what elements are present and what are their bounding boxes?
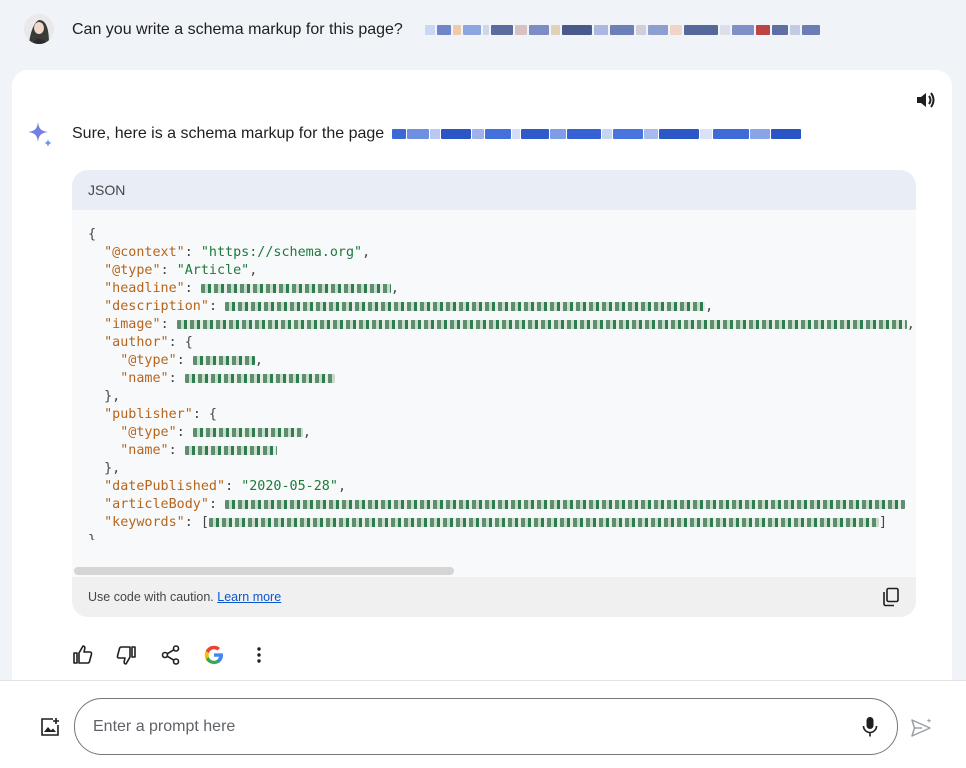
code-block: JSON { "@context": "https://schema.org",… — [72, 170, 916, 617]
microphone-icon[interactable] — [862, 716, 878, 738]
response-intro-text: Sure, here is a schema markup for the pa… — [72, 125, 385, 142]
redacted-url — [425, 23, 895, 37]
send-icon[interactable] — [910, 717, 934, 739]
redacted-value — [184, 373, 335, 383]
google-g-icon[interactable] — [203, 644, 225, 666]
thumb-down-icon[interactable] — [115, 644, 137, 666]
redacted-value — [176, 319, 907, 329]
redacted-value — [200, 283, 391, 293]
image-upload-icon[interactable] — [40, 717, 60, 737]
response-card: Sure, here is a schema markup for the pa… — [12, 70, 952, 710]
prompt-box — [74, 698, 898, 755]
horizontal-scrollbar[interactable] — [74, 567, 914, 577]
volume-icon[interactable] — [915, 90, 937, 110]
code-language-label: JSON — [72, 170, 916, 210]
scrollbar-thumb[interactable] — [74, 567, 454, 575]
redacted-value — [225, 499, 906, 509]
share-icon[interactable] — [160, 644, 182, 666]
redacted-value — [192, 427, 303, 437]
redacted-page-link[interactable] — [392, 127, 878, 141]
gemini-sparkle-icon — [26, 120, 54, 148]
redacted-value — [208, 517, 879, 527]
user-avatar-icon — [24, 14, 54, 44]
caution-text: Use code with caution. — [88, 590, 214, 604]
user-message: Can you write a schema markup for this p… — [0, 0, 966, 62]
redacted-value — [225, 301, 706, 311]
code-footer: Use code with caution. Learn more — [72, 577, 916, 617]
code-content: { "@context": "https://schema.org", "@ty… — [88, 227, 915, 540]
redacted-value — [184, 445, 277, 455]
user-prompt-text: Can you write a schema markup for this p… — [72, 21, 403, 38]
thumb-up-icon[interactable] — [72, 644, 94, 666]
prompt-bar — [0, 680, 966, 768]
learn-more-link[interactable]: Learn more — [217, 590, 281, 604]
prompt-input[interactable] — [93, 716, 833, 738]
copy-icon[interactable] — [882, 587, 900, 607]
more-vert-icon[interactable] — [248, 644, 270, 666]
redacted-value — [192, 355, 255, 365]
